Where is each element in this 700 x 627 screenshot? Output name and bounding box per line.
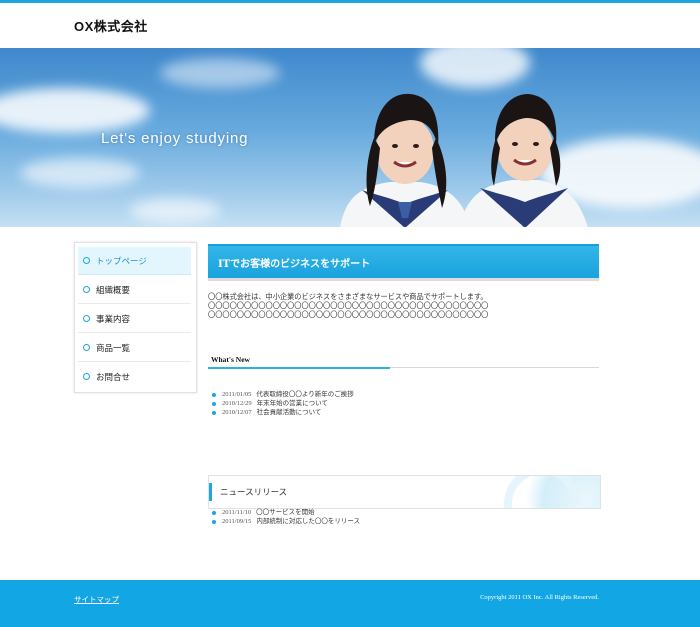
- page-title: ITでお客様のビジネスをサポート: [218, 259, 371, 270]
- news-release-header: ニュースリリース: [208, 475, 601, 509]
- copyright-text: Copyright 2011 OX Inc. All Rights Reserv…: [480, 594, 599, 601]
- top-accent-bar: [0, 0, 700, 3]
- news-release-list: 2011/11/10 〇〇サービスを開始 2011/09/15 内部統制に対応し…: [212, 508, 360, 526]
- decorative-ring: [504, 476, 580, 508]
- news-release-heading: ニュースリリース: [220, 488, 288, 498]
- sidebar-nav: トップページ 組織概要 事業内容 商品一覧 お問合せ: [74, 242, 197, 393]
- bullet-icon: [212, 401, 216, 406]
- news-date: 2011/11/10: [222, 509, 252, 516]
- news-date: 2011/01/05: [222, 391, 252, 398]
- site-logo[interactable]: OX株式会社: [74, 16, 148, 35]
- sidebar-item-label: 商品一覧: [96, 343, 131, 354]
- footer: サイトマップ Copyright 2011 OX Inc. All Rights…: [0, 580, 700, 627]
- heading-accent-bar: [209, 483, 212, 501]
- bullet-icon: [212, 510, 216, 515]
- news-text: 社会貢献活動について: [256, 408, 322, 416]
- news-text: 代表取締役〇〇より新年のご挨拶: [256, 390, 354, 398]
- circle-bullet-icon: [83, 257, 90, 264]
- circle-bullet-icon: [83, 286, 90, 293]
- sidebar-item-contact[interactable]: お問合せ: [78, 363, 191, 390]
- circle-bullet-icon: [83, 373, 90, 380]
- sitemap-link[interactable]: サイトマップ: [74, 594, 119, 605]
- page-title-banner: ITでお客様のビジネスをサポート: [208, 244, 599, 281]
- sidebar-item-company[interactable]: 組織概要: [78, 276, 191, 304]
- whats-new-list: 2011/01/05 代表取締役〇〇より新年のご挨拶 2010/12/29 年末…: [212, 390, 354, 417]
- list-item[interactable]: 2010/12/29 年末年始の営業について: [212, 399, 354, 408]
- sidebar-item-label: お問合せ: [96, 372, 131, 383]
- hero-tagline: Let's enjoy studying: [101, 130, 249, 147]
- sidebar-item-label: 組織概要: [96, 285, 131, 296]
- hero-banner: Let's enjoy studying: [0, 48, 700, 227]
- bullet-icon: [212, 392, 216, 397]
- news-text: 内部統制に対応した〇〇をリリース: [256, 517, 361, 525]
- circle-bullet-icon: [83, 315, 90, 322]
- students-photo: [340, 93, 588, 227]
- whats-new-underline: [208, 367, 390, 369]
- intro-line: 〇〇〇〇〇〇〇〇〇〇〇〇〇〇〇〇〇〇〇〇〇〇〇〇〇〇〇〇〇〇〇〇〇〇〇〇〇〇〇: [208, 310, 489, 319]
- sidebar-item-label: 事業内容: [96, 314, 131, 325]
- list-item[interactable]: 2011/01/05 代表取締役〇〇より新年のご挨拶: [212, 390, 354, 399]
- intro-text: 〇〇株式会社は、中小企業のビジネスをさまざまなサービスや商品でサポートします。 …: [208, 292, 599, 319]
- news-date: 2011/09/15: [222, 518, 252, 525]
- bullet-icon: [212, 410, 216, 415]
- news-text: 〇〇サービスを開始: [256, 508, 315, 516]
- whats-new-divider: [390, 367, 599, 368]
- sidebar-item-top[interactable]: トップページ: [78, 247, 191, 275]
- list-item[interactable]: 2011/11/10 〇〇サービスを開始: [212, 508, 360, 517]
- intro-line: 〇〇株式会社は、中小企業のビジネスをさまざまなサービスや商品でサポートします。: [208, 292, 488, 301]
- sidebar-item-business[interactable]: 事業内容: [78, 305, 191, 333]
- bullet-icon: [212, 519, 216, 524]
- news-date: 2010/12/29: [222, 400, 252, 407]
- sidebar-item-products[interactable]: 商品一覧: [78, 334, 191, 362]
- news-date: 2010/12/07: [222, 409, 252, 416]
- list-item[interactable]: 2011/09/15 内部統制に対応した〇〇をリリース: [212, 517, 360, 526]
- whats-new-heading: What's New: [211, 355, 250, 364]
- intro-line: 〇〇〇〇〇〇〇〇〇〇〇〇〇〇〇〇〇〇〇〇〇〇〇〇〇〇〇〇〇〇〇〇〇〇〇〇〇〇〇: [208, 301, 489, 310]
- sidebar-item-label: トップページ: [96, 256, 147, 267]
- list-item[interactable]: 2010/12/07 社会貢献活動について: [212, 408, 354, 417]
- circle-bullet-icon: [83, 344, 90, 351]
- news-text: 年末年始の営業について: [256, 399, 328, 407]
